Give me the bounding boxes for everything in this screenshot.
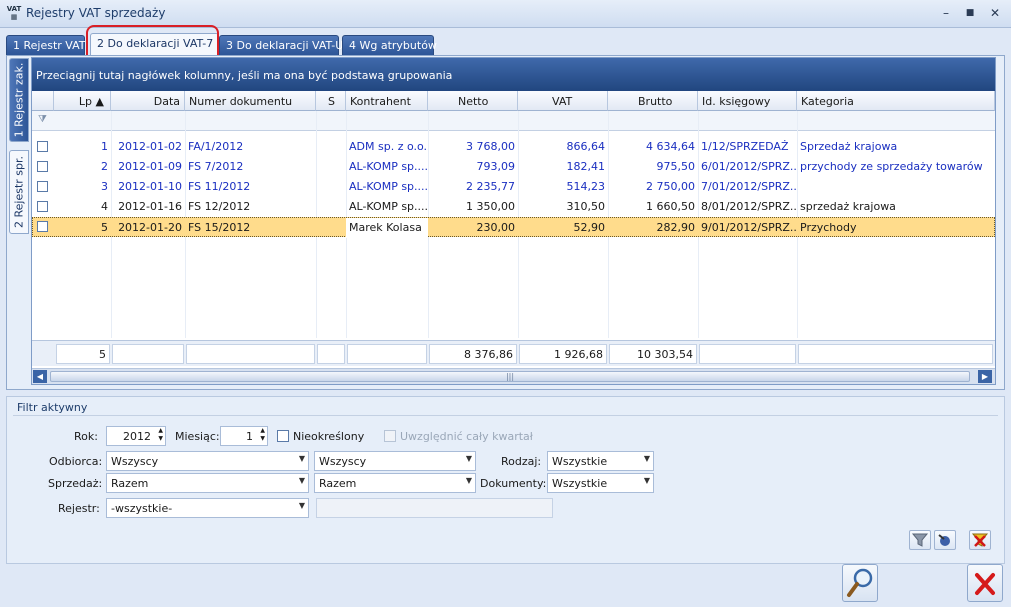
scroll-thumb[interactable]: ||| xyxy=(50,371,970,382)
chevron-down-icon: ▼ xyxy=(298,501,305,510)
total-vat: 1 926,68 xyxy=(519,344,607,364)
column-header-data[interactable]: Data xyxy=(111,91,185,111)
odbiorca-select-2[interactable]: Wszyscy ▼ xyxy=(314,451,476,471)
tab-wg-atrybutow[interactable]: 4 Wg atrybutów xyxy=(342,35,437,55)
focused-cell[interactable]: Marek Kolasa xyxy=(346,218,428,238)
odbiorca-select[interactable]: Wszyscy ▼ xyxy=(106,451,309,471)
magnifier-icon xyxy=(847,568,873,597)
total-count: 5 xyxy=(56,344,110,364)
rok-spinner-icon[interactable]: ▲ ▼ xyxy=(158,427,163,443)
table-row[interactable]: 1 2012-01-02 FA/1/2012 ADM sp. z o.o. 3 … xyxy=(32,137,995,157)
column-header-kategoria[interactable]: Kategoria xyxy=(797,91,995,111)
column-header-id-ksiegowy[interactable]: Id. księgowy xyxy=(698,91,797,111)
row-checkbox[interactable] xyxy=(37,141,48,152)
filter-row-icon: ⧩ xyxy=(38,114,47,125)
sprzedaz-select-2[interactable]: Razem ▼ xyxy=(314,473,476,493)
miesiac-spinner-icon[interactable]: ▲ ▼ xyxy=(260,427,265,443)
table-row[interactable]: 3 2012-01-10 FS 11/2012 AL-KOMP sp.... 2… xyxy=(32,177,995,197)
rejestr-select[interactable]: -wszystkie- ▼ xyxy=(106,498,309,518)
row-checkbox[interactable] xyxy=(37,161,48,172)
group-by-area[interactable]: Przeciągnij tutaj nagłówek kolumny, jeśl… xyxy=(32,58,995,91)
rodzaj-label: Rodzaj: xyxy=(501,455,542,468)
dokumenty-select[interactable]: Wszystkie ▼ xyxy=(547,473,654,493)
miesiac-input[interactable]: 1 ▲ ▼ xyxy=(220,426,268,446)
column-header-vat[interactable]: VAT xyxy=(518,91,608,111)
close-button[interactable] xyxy=(967,564,1003,602)
chevron-down-icon: ▼ xyxy=(465,454,472,463)
nieokreslony-label: Nieokreślony xyxy=(293,430,365,443)
chevron-down-icon: ▼ xyxy=(298,476,305,485)
column-header-s[interactable]: S xyxy=(316,91,346,111)
vat-app-icon: VAT ▦ xyxy=(6,5,22,21)
rejestr-label: Rejestr: xyxy=(58,502,100,515)
dokumenty-label: Dokumenty: xyxy=(480,477,547,490)
table-row[interactable]: 2 2012-01-09 FS 7/2012 AL-KOMP sp.... 79… xyxy=(32,157,995,177)
table-row-selected[interactable]: 5 2012-01-20 FS 15/2012 Marek Kolasa 230… xyxy=(32,217,995,238)
sprzedaz-select[interactable]: Razem ▼ xyxy=(106,473,309,493)
column-header-numer[interactable]: Numer dokumentu xyxy=(185,91,316,111)
miesiac-label: Miesiąc: xyxy=(175,430,220,443)
horizontal-scrollbar[interactable]: ◀ ||| ▶ xyxy=(32,368,995,384)
rejestr-extra-field xyxy=(316,498,553,518)
column-header-kontrahent[interactable]: Kontrahent xyxy=(346,91,428,111)
kwartal-label: Uwzględnić cały kwartał xyxy=(400,430,533,443)
clear-filter-icon xyxy=(971,533,989,547)
window-title: Rejestry VAT sprzedaży xyxy=(26,6,166,20)
rok-input[interactable]: 2012 ▲ ▼ xyxy=(106,426,166,446)
filter-panel: Filtr aktywny Rok: 2012 ▲ ▼ Miesiąc: 1 ▲ ▼… xyxy=(6,396,1005,564)
row-checkbox[interactable] xyxy=(37,221,48,232)
tab-rejestr-vat[interactable]: 1 Rejestr VAT xyxy=(6,35,86,55)
filter-button[interactable] xyxy=(909,530,931,550)
filter-row[interactable]: ⧩ xyxy=(32,111,995,131)
rok-label: Rok: xyxy=(74,430,98,443)
table-row[interactable]: 4 2012-01-16 FS 12/2012 AL-KOMP sp.... 1… xyxy=(32,197,995,217)
chevron-down-icon: ▼ xyxy=(643,476,650,485)
total-netto: 8 376,86 xyxy=(429,344,517,364)
nieokreslony-checkbox[interactable] xyxy=(277,430,289,442)
totals-row: 5 8 376,86 1 926,68 10 303,54 xyxy=(32,340,995,366)
column-header-lp[interactable]: Lp ▲ xyxy=(54,91,111,111)
tab-do-deklaracji-vatue[interactable]: 3 Do deklaracji VAT-UE xyxy=(219,35,350,55)
filter-options-button[interactable] xyxy=(934,530,956,550)
kwartal-checkbox[interactable] xyxy=(384,430,396,442)
magic-filter-icon xyxy=(938,534,950,546)
maximize-button[interactable]: ■ xyxy=(961,5,979,21)
funnel-icon xyxy=(911,533,929,547)
title-bar: VAT ▦ Rejestry VAT sprzedaży – ■ ✕ xyxy=(0,0,1011,28)
chevron-down-icon: ▼ xyxy=(465,476,472,485)
column-header-check[interactable] xyxy=(32,91,54,111)
minimize-button[interactable]: – xyxy=(937,5,955,21)
vat-grid: Przeciągnij tutaj nagłówek kolumny, jeśl… xyxy=(31,57,996,385)
odbiorca-label: Odbiorca: xyxy=(49,455,103,468)
red-x-icon xyxy=(975,573,995,595)
chevron-down-icon: ▼ xyxy=(643,454,650,463)
column-header-brutto[interactable]: Brutto xyxy=(608,91,698,111)
row-checkbox[interactable] xyxy=(37,181,48,192)
rodzaj-select[interactable]: Wszystkie ▼ xyxy=(547,451,654,471)
side-tab-rejestr-spr[interactable]: 2 Rejestr spr. xyxy=(9,150,29,234)
sprzedaz-label: Sprzedaż: xyxy=(48,477,103,490)
total-brutto: 10 303,54 xyxy=(609,344,697,364)
close-window-button[interactable]: ✕ xyxy=(986,5,1004,21)
column-header-netto[interactable]: Netto xyxy=(428,91,518,111)
scroll-left-icon[interactable]: ◀ xyxy=(33,370,47,383)
clear-filter-button[interactable] xyxy=(969,530,991,550)
scroll-right-icon[interactable]: ▶ xyxy=(978,370,992,383)
chevron-down-icon: ▼ xyxy=(298,454,305,463)
preview-button[interactable] xyxy=(842,564,878,602)
filter-title: Filtr aktywny xyxy=(17,401,88,414)
side-tab-rejestr-zak[interactable]: 1 Rejestr zak. xyxy=(9,58,29,142)
row-checkbox[interactable] xyxy=(37,201,48,212)
